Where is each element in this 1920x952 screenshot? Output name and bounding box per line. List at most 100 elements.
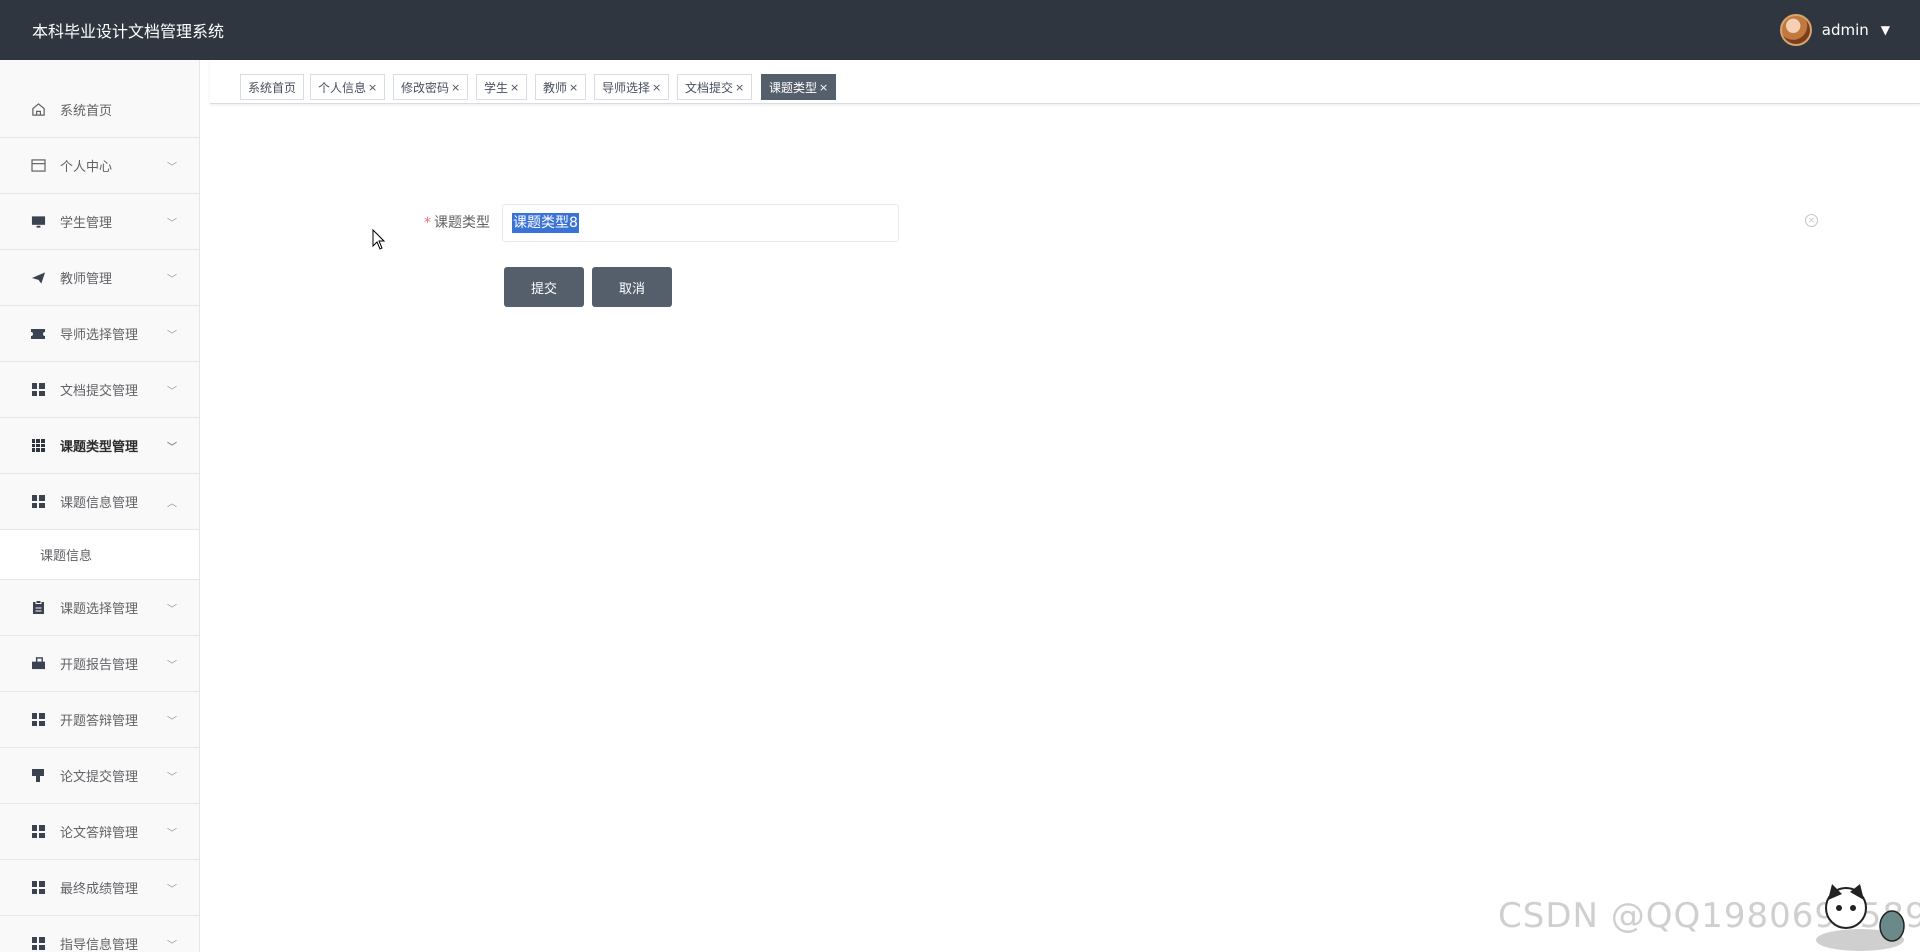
sidebar: 系统首页 个人中心 ﹀ 学生管理 ﹀ 教师管理 ﹀ 导师选择管理 ﹀ 文档提交管… xyxy=(0,60,200,952)
tab-advisor-selection[interactable]: 导师选择 × xyxy=(594,74,670,100)
sidebar-item-guidance-info[interactable]: 指导信息管理 ﹀ xyxy=(0,916,199,952)
sidebar-item-label: 最终成绩管理 xyxy=(60,882,139,897)
user-menu[interactable]: admin ▼ xyxy=(1779,0,1890,60)
sidebar-item-final-grades[interactable]: 最终成绩管理 ﹀ xyxy=(0,860,199,916)
tab-label: 个人信息 xyxy=(318,80,367,95)
sidebar-item-topic-type[interactable]: 课题类型管理 ﹀ xyxy=(0,418,199,474)
sidebar-item-thesis-defense[interactable]: 论文答辩管理 ﹀ xyxy=(0,804,199,860)
mascot-icon xyxy=(1816,884,1905,951)
sidebar-item-personal-center[interactable]: 个人中心 ﹀ xyxy=(0,138,199,194)
clipboard-icon xyxy=(30,600,46,616)
home-icon xyxy=(30,102,46,118)
chevron-down-icon: ﹀ xyxy=(167,442,177,453)
sidebar-item-label: 论文提交管理 xyxy=(60,770,139,785)
grid-icon xyxy=(30,824,46,840)
monitor-icon xyxy=(30,214,46,230)
tab-label: 学生 xyxy=(484,80,509,95)
sidebar-item-label: 教师管理 xyxy=(60,272,113,287)
sidebar-item-label: 学生管理 xyxy=(60,216,113,231)
chevron-down-icon: ﹀ xyxy=(167,386,177,397)
tab-label: 系统首页 xyxy=(248,80,297,95)
chevron-down-icon: ﹀ xyxy=(167,604,177,615)
sidebar-item-label: 课题信息管理 xyxy=(60,496,139,511)
close-icon[interactable]: × xyxy=(819,81,828,94)
grid-icon xyxy=(30,880,46,896)
card-icon xyxy=(30,158,46,174)
sidebar-item-advisor-selection[interactable]: 导师选择管理 ﹀ xyxy=(0,306,199,362)
chevron-down-icon: ﹀ xyxy=(167,218,177,229)
chevron-down-icon: ﹀ xyxy=(167,940,177,951)
cancel-button[interactable]: 取消 xyxy=(592,267,672,307)
tags-view-bar: 系统首页 个人信息 × 修改密码 × 学生 × 教师 × 导师选择 × 文档提交… xyxy=(210,60,1920,104)
tab-label: 课题类型 xyxy=(769,80,818,95)
sidebar-item-topic-info[interactable]: 课题信息管理 ︿ xyxy=(0,474,199,530)
tab-label: 文档提交 xyxy=(685,80,734,95)
tab-teachers[interactable]: 教师 × xyxy=(535,74,587,100)
sidebar-item-label: 论文答辩管理 xyxy=(60,826,139,841)
briefcase-icon xyxy=(30,656,46,672)
selected-text: 课题类型8 xyxy=(512,213,579,233)
chevron-down-icon: ﹀ xyxy=(167,884,177,895)
sidebar-item-home[interactable]: 系统首页 xyxy=(0,60,199,138)
grid-icon xyxy=(30,494,46,510)
sidebar-item-label: 个人中心 xyxy=(60,160,113,175)
tab-topic-type[interactable]: 课题类型 × xyxy=(761,74,837,100)
chevron-down-icon: ﹀ xyxy=(167,772,177,783)
chevron-down-icon: ﹀ xyxy=(167,274,177,285)
clear-icon[interactable]: ✕ xyxy=(1805,214,1818,227)
chevron-down-icon: ﹀ xyxy=(167,660,177,671)
sidebar-item-thesis-submission[interactable]: 论文提交管理 ﹀ xyxy=(0,748,199,804)
sidebar-subitem-label: 课题信息 xyxy=(40,549,93,564)
top-header: 本科毕业设计文档管理系统 admin ▼ xyxy=(0,0,1920,60)
sidebar-item-label: 导师选择管理 xyxy=(60,328,139,343)
sidebar-item-label: 指导信息管理 xyxy=(60,938,139,952)
sidebar-item-label: 系统首页 xyxy=(60,104,113,119)
close-icon[interactable]: × xyxy=(510,81,519,94)
grid-dots-icon xyxy=(30,438,46,454)
close-icon[interactable]: × xyxy=(368,81,377,94)
sidebar-item-label: 课题选择管理 xyxy=(60,602,139,617)
submit-button[interactable]: 提交 xyxy=(504,267,584,307)
podium-icon xyxy=(30,768,46,784)
close-icon[interactable]: × xyxy=(451,81,460,94)
tab-home[interactable]: 系统首页 xyxy=(240,74,305,100)
chevron-up-icon: ︿ xyxy=(167,498,177,509)
app-title: 本科毕业设计文档管理系统 xyxy=(32,22,225,41)
username[interactable]: admin xyxy=(1822,21,1869,39)
sidebar-item-label: 课题类型管理 xyxy=(60,440,139,455)
mouse-cursor-icon xyxy=(372,229,386,250)
topic-type-label-text: 课题类型 xyxy=(434,215,490,231)
grid-icon xyxy=(30,936,46,952)
tab-label: 导师选择 xyxy=(602,80,651,95)
sidebar-subitem-topic-info[interactable]: 课题信息 xyxy=(0,530,199,580)
sidebar-item-teachers[interactable]: 教师管理 ﹀ xyxy=(0,250,199,306)
sidebar-item-label: 文档提交管理 xyxy=(60,384,139,399)
tab-document-submission[interactable]: 文档提交 × xyxy=(677,74,753,100)
close-icon[interactable]: × xyxy=(569,81,578,94)
grid-icon xyxy=(30,712,46,728)
chevron-down-icon: ﹀ xyxy=(167,828,177,839)
tab-change-password[interactable]: 修改密码 × xyxy=(393,74,469,100)
tab-label: 修改密码 xyxy=(401,80,450,95)
tab-label: 教师 xyxy=(543,80,568,95)
close-icon[interactable]: × xyxy=(735,81,744,94)
required-mark: * xyxy=(424,215,431,231)
sidebar-item-label: 开题答辩管理 xyxy=(60,714,139,729)
sidebar-item-proposal-report[interactable]: 开题报告管理 ﹀ xyxy=(0,636,199,692)
sidebar-item-label: 开题报告管理 xyxy=(60,658,139,673)
topic-type-label: * 课题类型 xyxy=(422,210,490,236)
chevron-down-icon: ﹀ xyxy=(167,162,177,173)
grid-icon xyxy=(30,382,46,398)
ticket-icon xyxy=(30,326,46,342)
avatar[interactable] xyxy=(1779,14,1812,46)
sidebar-item-students[interactable]: 学生管理 ﹀ xyxy=(0,194,199,250)
close-icon[interactable]: × xyxy=(652,81,661,94)
sidebar-item-topic-selection[interactable]: 课题选择管理 ﹀ xyxy=(0,580,199,636)
tab-students[interactable]: 学生 × xyxy=(476,74,528,100)
send-icon xyxy=(30,270,46,286)
sidebar-item-proposal-defense[interactable]: 开题答辩管理 ﹀ xyxy=(0,692,199,748)
sidebar-item-document-submission[interactable]: 文档提交管理 ﹀ xyxy=(0,362,199,418)
caret-down-icon[interactable]: ▼ xyxy=(1881,23,1890,37)
chevron-down-icon: ﹀ xyxy=(167,716,177,727)
tab-personal-info[interactable]: 个人信息 × xyxy=(310,74,386,100)
